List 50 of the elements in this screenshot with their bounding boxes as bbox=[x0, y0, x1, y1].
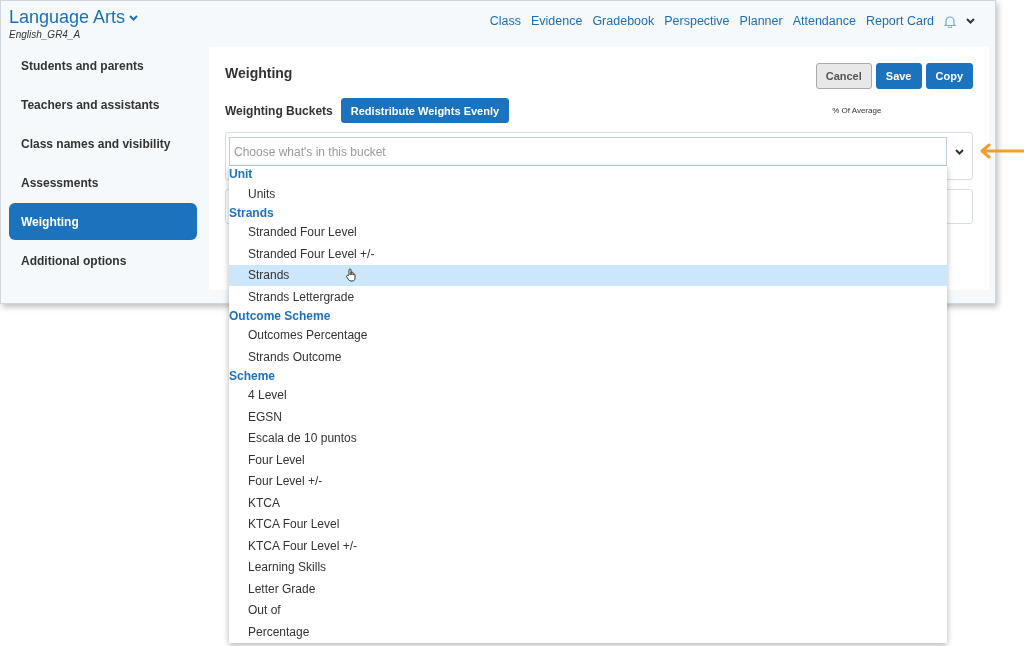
class-code: English_GR4_A bbox=[9, 29, 82, 40]
sidebar-item[interactable]: Students and parents bbox=[9, 47, 197, 84]
redistribute-button[interactable]: Redistribute Weights Evenly bbox=[340, 98, 510, 123]
dropdown-option[interactable]: Strands Lettergrade bbox=[229, 286, 947, 308]
dropdown-option[interactable]: 4 Level bbox=[229, 384, 947, 406]
nav-link[interactable]: Evidence bbox=[530, 14, 583, 28]
dropdown-option[interactable]: Escala de 10 puntos bbox=[229, 427, 947, 449]
nav-link[interactable]: Attendance bbox=[792, 14, 856, 28]
sidebar-item[interactable]: Assessments bbox=[9, 164, 197, 201]
group-header: Unit bbox=[229, 166, 254, 183]
action-button[interactable]: Copy bbox=[925, 63, 973, 89]
nav-link[interactable]: Class bbox=[489, 14, 521, 28]
dropdown-option[interactable]: EGSN bbox=[229, 406, 947, 428]
dropdown-option[interactable]: Percentage bbox=[229, 621, 947, 643]
group-header: Strands bbox=[229, 204, 275, 222]
nav-link[interactable]: Gradebook bbox=[592, 14, 655, 28]
dropdown-option[interactable]: Stranded Four Level bbox=[229, 221, 947, 243]
action-button[interactable]: Save bbox=[875, 63, 922, 89]
hand-cursor-icon bbox=[345, 268, 358, 283]
dropdown-option[interactable]: Strands Outcome bbox=[229, 346, 947, 368]
dropdown-option[interactable]: Strands bbox=[229, 264, 947, 286]
dropdown-option[interactable]: Units bbox=[229, 183, 947, 205]
nav-link[interactable]: Report Card bbox=[865, 14, 934, 28]
bucket-select-field[interactable]: Choose what's in this bucket bbox=[229, 137, 947, 166]
group-header: Outcome Scheme bbox=[229, 307, 332, 325]
dropdown-option[interactable]: Four Level bbox=[229, 449, 947, 471]
action-button[interactable]: Cancel bbox=[815, 63, 872, 89]
buckets-label: Weighting Buckets bbox=[225, 103, 333, 118]
sidebar-item[interactable]: Additional options bbox=[9, 242, 197, 279]
sidebar-item[interactable]: Teachers and assistants bbox=[9, 86, 197, 123]
dropdown-option[interactable]: Four Level +/- bbox=[229, 470, 947, 492]
section-title: Weighting bbox=[225, 65, 293, 81]
nav-link[interactable]: Planner bbox=[739, 14, 783, 28]
class-title[interactable]: Language Arts bbox=[9, 7, 126, 28]
dropdown-option[interactable]: Out of bbox=[229, 599, 947, 621]
group-header: Scheme bbox=[229, 367, 277, 385]
dropdown-option[interactable]: KTCA bbox=[229, 492, 947, 514]
dropdown-option[interactable]: KTCA Four Level bbox=[229, 513, 947, 535]
caret-icon[interactable] bbox=[955, 148, 964, 155]
dropdown-option[interactable]: Letter Grade bbox=[229, 578, 947, 600]
chevron-down-icon[interactable] bbox=[966, 18, 975, 24]
pointer-arrow-icon bbox=[979, 143, 1024, 159]
dropdown-option[interactable]: Stranded Four Level +/- bbox=[229, 243, 947, 265]
sidebar-item[interactable]: Class names and visibility bbox=[9, 125, 197, 162]
sidebar-item[interactable]: Weighting bbox=[9, 203, 197, 240]
nav-link[interactable]: Perspective bbox=[664, 14, 730, 28]
column-header: % Of Average bbox=[832, 106, 882, 115]
dropdown-option[interactable]: KTCA Four Level +/- bbox=[229, 535, 947, 557]
dropdown-option[interactable]: Outcomes Percentage bbox=[229, 324, 947, 346]
dropdown-option[interactable]: Learning Skills bbox=[229, 556, 947, 578]
